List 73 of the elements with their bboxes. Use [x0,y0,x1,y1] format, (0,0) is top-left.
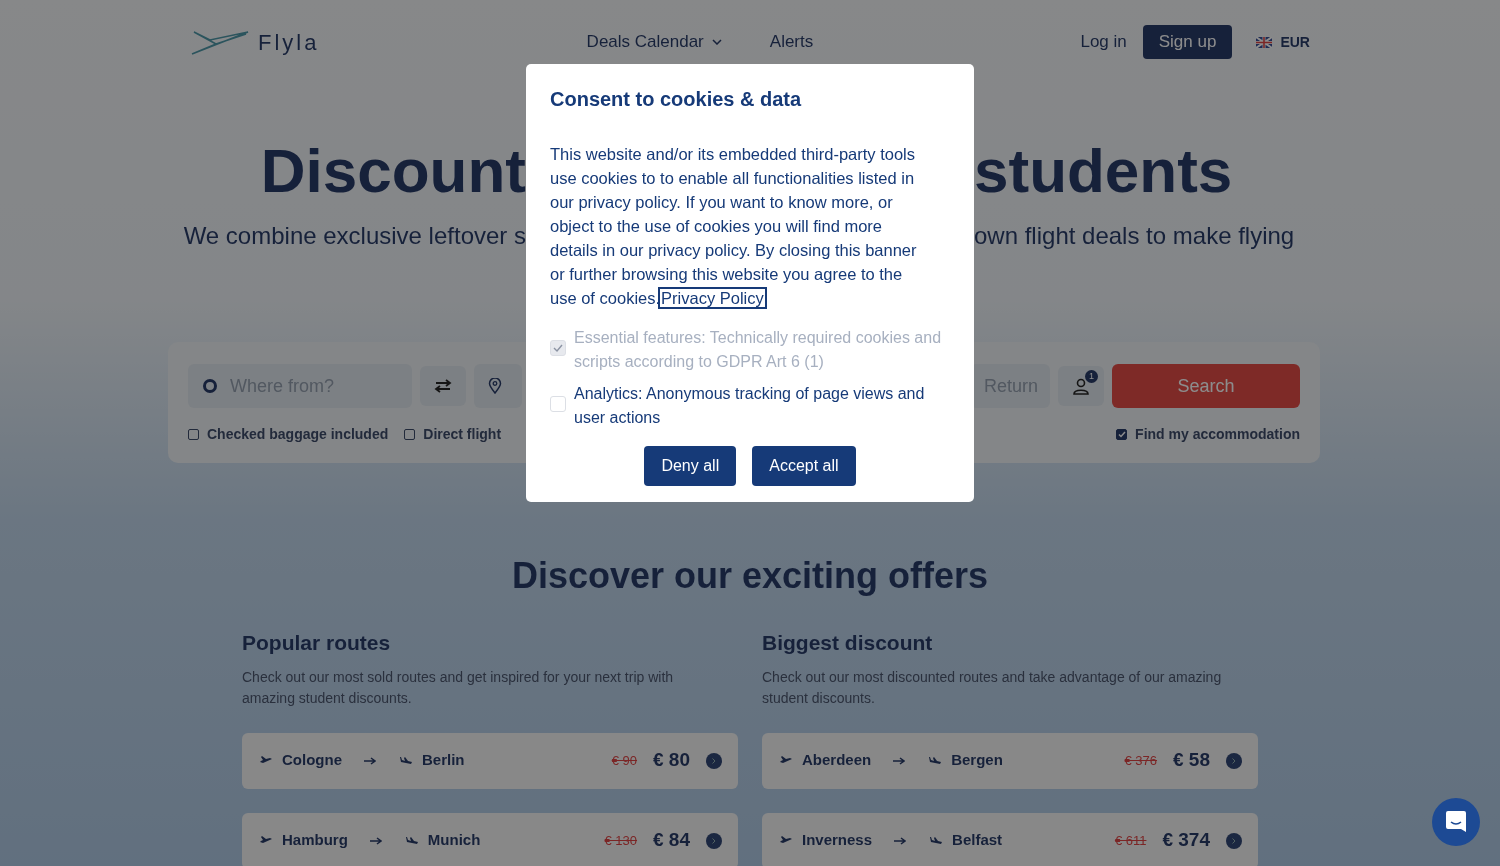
old-price: € 130 [604,831,637,850]
destination-field[interactable] [474,364,522,408]
search-button[interactable]: Search [1112,364,1300,408]
consent-checkbox[interactable] [550,396,566,412]
circle-icon [202,378,218,394]
chevron-button[interactable] [1226,752,1242,769]
old-price: € 90 [611,751,637,770]
map-pin-icon [488,378,502,394]
price: € 374 [1162,828,1210,853]
origin-city: Inverness [802,830,873,851]
chat-bubble-icon [1445,810,1467,834]
person-icon [1072,377,1090,395]
swap-button[interactable] [420,366,466,406]
origin-city: Hamburg [282,830,348,851]
route-card[interactable]: Aberdeen Bergen € 376 € 58 [762,732,1258,789]
check-icon [1117,431,1126,438]
checkbox-option[interactable]: Find my accommodation [1116,424,1300,445]
chevron-button[interactable] [706,832,722,849]
chevron-button[interactable] [706,752,722,769]
checkbox-option[interactable]: Direct flight [404,424,502,445]
consent-option-label: Analytics: Anonymous tracking of page views and user actions [574,384,926,428]
column-heading: Popular routes [242,630,392,656]
chevron-icon [712,757,716,764]
destination-city: Bergen [951,750,1003,771]
route-card[interactable]: Cologne Berlin € 90 € 80 [242,732,738,789]
column-description: Check out our most sold routes and get inspired for your next trip with amazing student discounts. [242,667,675,708]
privacy-policy-link[interactable]: Privacy Policy [660,289,765,307]
origin-city: Aberdeen [802,750,872,771]
price: € 80 [653,748,690,773]
checkbox-option[interactable]: Checked baggage included [188,424,389,445]
signup-button[interactable]: Sign up [1142,25,1233,59]
swap-arrows-icon [433,379,453,393]
arrow-icon [894,836,907,845]
dialog-title: Consent to cookies & data [550,87,803,112]
old-price: € 376 [1124,751,1157,770]
column-description: Check out our most discounted routes and take advantage of our amazing student discounts. [762,667,1223,708]
chevron-icon [1232,837,1236,844]
chevron-icon [712,837,716,844]
destination-city: Belfast [952,830,1003,851]
column-heading: Biggest discount [762,630,934,656]
hero-subtitle: own flight deals to make flying [974,221,1296,251]
dialog-button[interactable]: Accept all [752,446,856,486]
hero-title: students [974,140,1234,202]
login-link[interactable]: Log in [1080,29,1127,55]
arrow-icon [364,756,376,765]
check-icon [553,344,563,352]
arrow-icon [893,756,906,765]
passenger-count-badge: 1 [1085,370,1098,383]
hero-title: Discount [259,140,526,202]
price: € 58 [1173,748,1210,773]
chevron-button[interactable] [1226,832,1242,849]
route-card[interactable]: Hamburg Munich € 130 € 84 [242,812,738,866]
currency-label[interactable]: EUR [1280,31,1310,53]
section-heading: Discover our exciting offers [510,554,990,598]
price: € 84 [653,828,690,853]
destination-city: Munich [427,830,481,851]
caret-icon [711,39,722,45]
uk-flag-icon[interactable] [1256,36,1273,48]
route-card[interactable]: Inverness Belfast € 611 € 374 [762,812,1258,866]
nav-link[interactable]: Alerts [769,29,814,55]
dialog-text: This website and/or its embedded third-party tools use cookies to to enable all functionalities listed in our privacy policy. If you want to know more, or object to the use of cookies you will find more details in our privacy policy. By closing this banner or further browsing this website you agree to the use of cookies.Privacy Policy [550,144,918,309]
logo-text: Flyla [258,28,320,57]
origin-city: Cologne [282,750,342,771]
arrow-icon [369,836,382,845]
nav-link[interactable]: Deals Calendar [586,29,722,55]
passengers-button[interactable]: 1 [1058,366,1104,406]
chevron-icon [1232,757,1236,764]
old-price: € 611 [1114,831,1147,850]
consent-option-label: Essential features: Technically required cookies and scripts according to GDPR Art 6 (1) [574,328,943,372]
dialog-button[interactable]: Deny all [644,446,737,486]
hero-subtitle: We combine exclusive leftover s [182,221,526,251]
destination-city: Berlin [422,750,465,771]
chat-button[interactable] [1432,798,1480,846]
